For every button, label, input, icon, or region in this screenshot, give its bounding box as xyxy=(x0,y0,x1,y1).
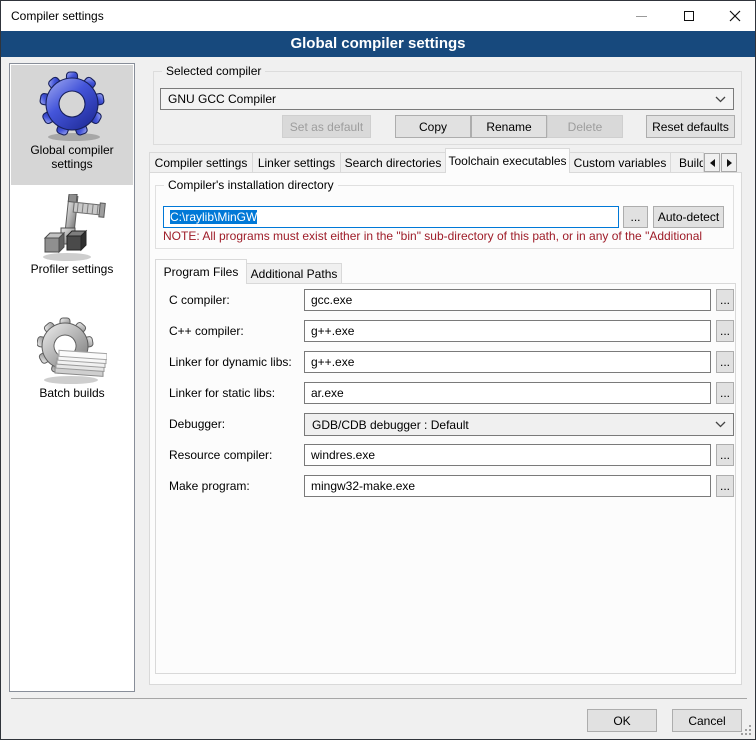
tab-toolchain-executables[interactable]: Toolchain executables xyxy=(445,148,570,173)
chevron-down-icon xyxy=(715,96,726,103)
compiler-select[interactable]: GNU GCC Compiler xyxy=(160,88,734,110)
reset-defaults-button[interactable]: Reset defaults xyxy=(646,115,735,138)
arrow-right-icon xyxy=(727,159,732,167)
tab-custom-variables[interactable]: Custom variables xyxy=(569,152,671,173)
program-files-tab-strip: Program Files Additional Paths xyxy=(155,259,341,284)
debugger-select-value: GDB/CDB debugger : Default xyxy=(312,418,715,432)
compiler-settings-dialog: Compiler settings Global compiler settin… xyxy=(0,0,756,740)
dynamic-linker-input[interactable] xyxy=(304,351,711,373)
window-title: Compiler settings xyxy=(11,1,104,31)
static-linker-input[interactable] xyxy=(304,382,711,404)
minimize-icon xyxy=(636,16,647,17)
tab-program-files[interactable]: Program Files xyxy=(155,259,247,284)
install-dir-group-label: Compiler's installation directory xyxy=(164,178,338,192)
set-as-default-button[interactable]: Set as default xyxy=(282,115,371,138)
note-text: NOTE: All programs must exist either in … xyxy=(163,229,729,243)
field-label: C++ compiler: xyxy=(169,320,244,342)
install-dir-selected-text: C:\raylib\MinGW xyxy=(170,210,257,224)
install-dir-input[interactable]: C:\raylib\MinGW xyxy=(163,206,619,228)
cpp-compiler-input[interactable] xyxy=(304,320,711,342)
footer-separator xyxy=(11,698,747,699)
sidebar-item-profiler-settings[interactable]: Profiler settings xyxy=(11,194,133,290)
c-compiler-browse-button[interactable]: ... xyxy=(716,289,734,311)
field-label: C compiler: xyxy=(169,289,230,311)
sidebar-item-label: Global compiler settings xyxy=(11,143,133,171)
tab-build-options[interactable]: Build xyxy=(670,152,704,173)
static-linker-browse-button[interactable]: ... xyxy=(716,382,734,404)
tab-scroll-left-button[interactable] xyxy=(704,153,720,172)
tab-compiler-settings[interactable]: Compiler settings xyxy=(149,152,253,173)
copy-button[interactable]: Copy xyxy=(395,115,471,138)
settings-sidebar: Global compiler settings xyxy=(9,63,135,692)
gray-gear-stack-icon xyxy=(37,316,107,386)
close-icon xyxy=(729,10,741,22)
resource-compiler-input[interactable] xyxy=(304,444,711,466)
arrow-left-icon xyxy=(710,159,715,167)
c-compiler-input[interactable] xyxy=(304,289,711,311)
main-tab-strip: Compiler settings Linker settings Search… xyxy=(149,148,737,173)
sidebar-item-label: Profiler settings xyxy=(11,262,133,276)
close-button[interactable] xyxy=(718,1,752,31)
field-label: Linker for dynamic libs: xyxy=(169,351,292,373)
tab-additional-paths[interactable]: Additional Paths xyxy=(246,263,342,284)
minimize-button[interactable] xyxy=(624,1,658,31)
dynamic-linker-browse-button[interactable]: ... xyxy=(716,351,734,373)
selected-compiler-group-label: Selected compiler xyxy=(162,64,265,78)
compiler-select-value: GNU GCC Compiler xyxy=(168,92,715,106)
cancel-button[interactable]: Cancel xyxy=(672,709,742,732)
field-label: Linker for static libs: xyxy=(169,382,275,404)
debugger-select[interactable]: GDB/CDB debugger : Default xyxy=(304,413,734,436)
sidebar-item-global-compiler-settings[interactable]: Global compiler settings xyxy=(11,65,133,185)
dialog-header: Global compiler settings xyxy=(1,31,755,57)
maximize-button[interactable] xyxy=(672,1,706,31)
resize-grip-icon[interactable] xyxy=(741,725,751,735)
auto-detect-button[interactable]: Auto-detect xyxy=(653,206,724,228)
make-program-input[interactable] xyxy=(304,475,711,497)
maximize-icon xyxy=(684,11,694,21)
sidebar-item-batch-builds[interactable]: Batch builds xyxy=(11,316,133,418)
tab-scroll-right-button[interactable] xyxy=(721,153,737,172)
ok-button[interactable]: OK xyxy=(587,709,657,732)
tab-linker-settings[interactable]: Linker settings xyxy=(252,152,341,173)
rename-button[interactable]: Rename xyxy=(471,115,547,138)
field-label: Make program: xyxy=(169,475,250,497)
field-label: Debugger: xyxy=(169,413,225,435)
make-program-browse-button[interactable]: ... xyxy=(716,475,734,497)
field-label: Resource compiler: xyxy=(169,444,272,466)
resource-compiler-browse-button[interactable]: ... xyxy=(716,444,734,466)
caliper-icon xyxy=(37,194,107,262)
blue-gear-icon xyxy=(39,71,105,143)
tab-search-directories[interactable]: Search directories xyxy=(340,152,446,173)
chevron-down-icon xyxy=(715,421,726,428)
sidebar-item-label: Batch builds xyxy=(11,386,133,400)
install-dir-browse-button[interactable]: ... xyxy=(623,206,648,228)
delete-button[interactable]: Delete xyxy=(547,115,623,138)
cpp-compiler-browse-button[interactable]: ... xyxy=(716,320,734,342)
titlebar[interactable]: Compiler settings xyxy=(1,1,755,31)
